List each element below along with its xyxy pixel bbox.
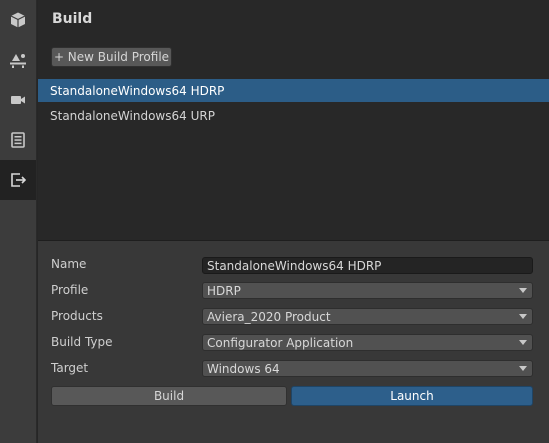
- launch-button[interactable]: Launch: [291, 386, 533, 406]
- target-dropdown-value: Windows 64: [207, 361, 280, 376]
- name-label: Name: [51, 257, 87, 271]
- products-label: Products: [51, 309, 103, 323]
- build-button[interactable]: Build: [51, 386, 287, 406]
- profile-label: Profile: [51, 283, 89, 297]
- chevron-down-icon: [519, 314, 527, 319]
- new-build-profile-button[interactable]: + New Build Profile: [51, 47, 172, 67]
- list-icon: [11, 132, 25, 148]
- name-field[interactable]: StandaloneWindows64 HDRP: [202, 257, 533, 274]
- profiles-panel: Build + New Build Profile StandaloneWind…: [38, 0, 549, 240]
- sidebar-item-list[interactable]: [0, 120, 36, 160]
- products-dropdown-value: Aviera_2020 Product: [207, 309, 331, 324]
- scene-icon: [10, 54, 26, 68]
- list-item-profile-hdrp[interactable]: StandaloneWindows64 HDRP: [38, 79, 549, 102]
- build-type-dropdown[interactable]: Configurator Application: [202, 334, 533, 351]
- target-dropdown[interactable]: Windows 64: [202, 360, 533, 377]
- page-title: Build: [52, 11, 93, 27]
- sidebar-item-camera[interactable]: [0, 80, 36, 120]
- build-type-dropdown-value: Configurator Application: [207, 335, 354, 350]
- name-field-value: StandaloneWindows64 HDRP: [207, 258, 382, 273]
- list-item-profile-urp[interactable]: StandaloneWindows64 URP: [38, 104, 549, 127]
- sidebar: [0, 0, 37, 443]
- cube-icon: [10, 12, 26, 28]
- build-window: Build + New Build Profile StandaloneWind…: [38, 0, 549, 443]
- sidebar-item-build[interactable]: [0, 160, 36, 200]
- chevron-down-icon: [519, 340, 527, 345]
- chevron-down-icon: [519, 288, 527, 293]
- profile-settings-panel: Name StandaloneWindows64 HDRP Profile HD…: [38, 240, 549, 443]
- sidebar-item-cube[interactable]: [0, 0, 36, 40]
- export-icon: [11, 173, 27, 187]
- profile-dropdown-value: HDRP: [207, 283, 241, 298]
- build-type-label: Build Type: [51, 335, 113, 349]
- chevron-down-icon: [519, 366, 527, 371]
- profile-dropdown[interactable]: HDRP: [202, 282, 533, 299]
- products-dropdown[interactable]: Aviera_2020 Product: [202, 308, 533, 325]
- camera-icon: [11, 96, 25, 104]
- sidebar-item-scene[interactable]: [0, 40, 36, 80]
- target-label: Target: [51, 361, 89, 375]
